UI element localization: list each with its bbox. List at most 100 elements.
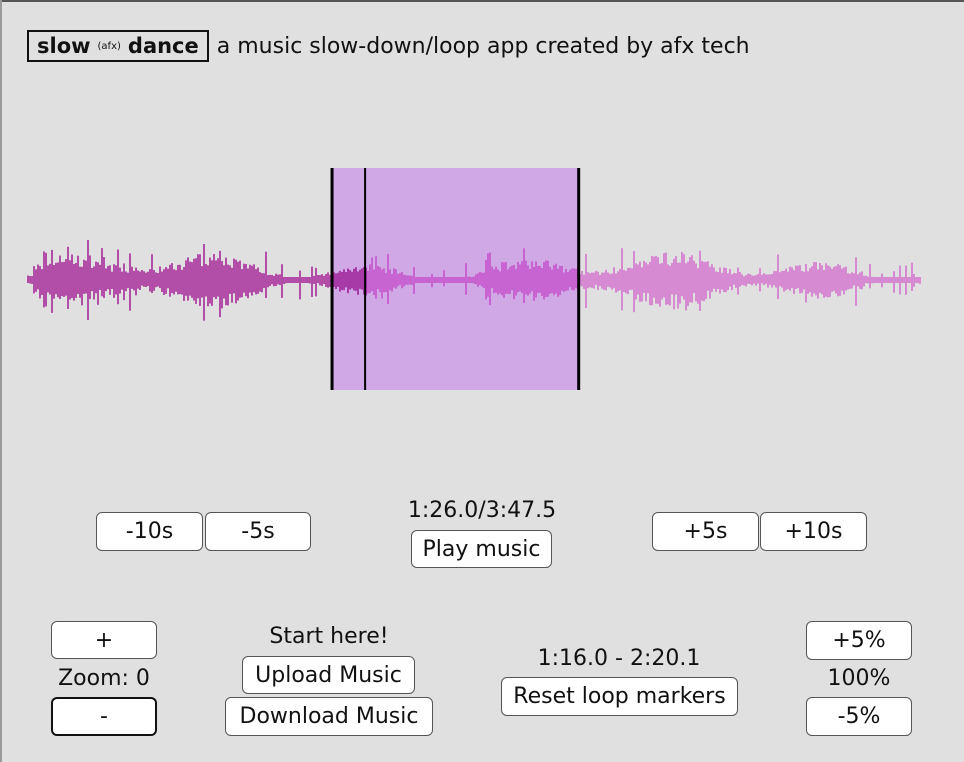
waveform-bar [205, 263, 207, 297]
waveform-bar [97, 262, 99, 305]
skip-back-5s-button[interactable]: -5s [205, 512, 311, 551]
waveform-bar [69, 260, 71, 300]
waveform-bar [355, 267, 357, 291]
waveform-bar [415, 277, 417, 284]
waveform-bar [357, 271, 359, 295]
slow-down-button[interactable]: -5% [806, 697, 912, 736]
waveform-bar [337, 272, 339, 287]
waveform-bar [151, 254, 153, 293]
waveform-bar [323, 275, 325, 285]
waveform-bar [839, 265, 841, 296]
waveform-bar [285, 277, 287, 284]
waveform-bar [135, 267, 137, 296]
waveform-bar [235, 259, 237, 304]
waveform-bar [335, 273, 337, 290]
waveform-bar [861, 271, 863, 290]
reset-loop-markers-button[interactable]: Reset loop markers [501, 677, 738, 716]
waveform-bar [125, 271, 127, 292]
waveform-bar [541, 268, 543, 296]
waveform-bar [147, 271, 149, 287]
waveform-bar [661, 263, 663, 300]
waveform-bar [229, 265, 231, 294]
waveform-bar [651, 255, 653, 306]
waveform-bar [837, 264, 839, 297]
loop-start-marker[interactable] [330, 168, 334, 390]
waveform-bar [499, 271, 501, 294]
waveform-bar [117, 249, 119, 305]
skip-back-10s-button[interactable]: -10s [96, 512, 203, 551]
waveform-bar [63, 261, 65, 297]
waveform-bar [105, 268, 107, 292]
waveform-bar [513, 264, 515, 300]
waveform-bar [199, 254, 201, 306]
playhead[interactable] [364, 168, 367, 390]
waveform-bar [643, 260, 645, 293]
waveform-bar [245, 263, 247, 297]
waveform-bar [259, 272, 261, 292]
waveform-bar [311, 266, 313, 297]
waveform-bar [887, 277, 889, 283]
zoom-level-label: Zoom: 0 [58, 666, 150, 691]
waveform-bar [379, 267, 381, 293]
waveform-display[interactable] [25, 160, 925, 400]
skip-forward-10s-button[interactable]: +10s [760, 512, 867, 551]
waveform-bar [791, 267, 793, 289]
upload-music-button[interactable]: Upload Music [242, 656, 415, 694]
waveform-bar [767, 274, 769, 288]
waveform-bar [67, 246, 69, 309]
waveform-bar [863, 275, 865, 287]
waveform-bar [373, 269, 375, 296]
waveform-bar [525, 260, 527, 295]
waveform-bar [737, 267, 739, 295]
waveform-bar [851, 272, 853, 289]
waveform-bar [569, 269, 571, 288]
download-music-button[interactable]: Download Music [225, 697, 433, 736]
waveform-bar [257, 267, 259, 294]
loop-end-marker[interactable] [577, 168, 581, 390]
waveform-bar [129, 253, 131, 311]
waveform-bar [707, 261, 709, 291]
waveform-bar [719, 267, 721, 294]
waveform-bar [467, 276, 469, 283]
waveform-bar [567, 272, 569, 291]
waveform-bar [515, 268, 517, 296]
app-logo: slow (afx) dance [27, 30, 209, 62]
waveform-bar [775, 271, 777, 288]
waveform-bar [599, 275, 601, 287]
waveform-bar [627, 267, 629, 295]
waveform-bar [221, 261, 223, 309]
waveform-bar [397, 273, 399, 287]
play-music-button[interactable]: Play music [411, 530, 552, 568]
waveform-bar [35, 269, 37, 292]
skip-forward-5s-button[interactable]: +5s [652, 512, 759, 551]
waveform-bar [523, 248, 525, 304]
playback-speed-label: 100% [827, 666, 891, 691]
waveform-bar [247, 268, 249, 299]
waveform-bar [433, 277, 435, 283]
zoom-in-button[interactable]: + [51, 621, 157, 659]
waveform-bar [255, 269, 257, 295]
waveform-bar [53, 265, 55, 299]
zoom-out-button[interactable]: - [51, 697, 157, 736]
waveform-bar [103, 257, 105, 299]
waveform-bar [527, 265, 529, 296]
waveform-bar [327, 272, 329, 288]
waveform-bar [275, 273, 277, 287]
waveform-bar [853, 273, 855, 286]
waveform-bar [799, 265, 801, 294]
waveform-bar [243, 263, 245, 293]
waveform-bar [287, 277, 289, 283]
waveform-bar [477, 273, 479, 287]
waveform-bar [237, 261, 239, 301]
waveform-bar [371, 257, 373, 292]
waveform-bar [725, 267, 727, 293]
waveform-bar [809, 268, 811, 293]
waveform-bar [653, 256, 655, 298]
waveform-bar [479, 271, 481, 286]
speed-up-button[interactable]: +5% [806, 621, 912, 660]
waveform-bar [93, 266, 95, 300]
waveform-bar [883, 277, 885, 283]
waveform-bar [843, 267, 845, 295]
waveform-bar [347, 268, 349, 294]
waveform-bar [233, 258, 235, 294]
